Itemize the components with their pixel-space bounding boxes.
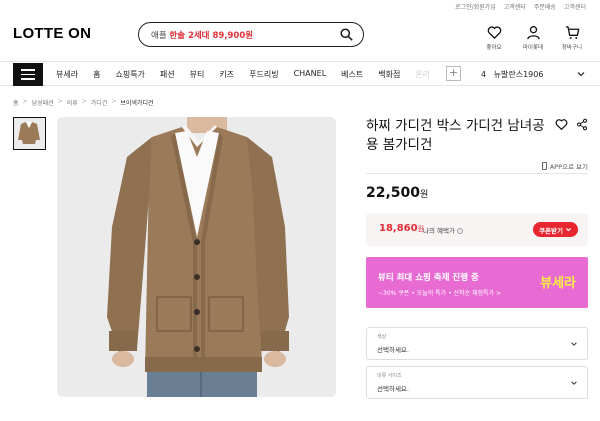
cart-button[interactable]: 장바구니 xyxy=(558,25,586,51)
breadcrumb-item[interactable]: 홈 xyxy=(13,98,19,107)
info-icon[interactable]: i xyxy=(456,228,463,234)
nav-item-home[interactable]: 홈 xyxy=(93,69,100,80)
breadcrumb: 홈 > 남성패션 > 의류 > 가디건 > 브이넥가디건 xyxy=(13,98,154,107)
price-unit: 원 xyxy=(420,190,429,200)
menu-button[interactable] xyxy=(13,63,43,86)
nav-item-best[interactable]: 베스트 xyxy=(341,69,363,80)
phone-icon xyxy=(541,162,547,170)
share-icon[interactable] xyxy=(576,118,588,131)
benefit-price-box: 18,860원 나의 혜택가 i 쿠폰받기 xyxy=(366,213,588,246)
nav-item-department[interactable]: 백화점 xyxy=(378,69,400,80)
search-bar[interactable]: 애플 한솔 2세대 89,900원 xyxy=(138,22,364,47)
product-main-image[interactable] xyxy=(57,117,336,397)
chevron-down-icon[interactable] xyxy=(576,69,586,79)
breadcrumb-current[interactable]: 브이넥가디건 xyxy=(120,98,153,107)
lotte-on-logo[interactable]: LOTTE ON xyxy=(13,25,91,42)
app-view-link[interactable]: APP으로 보기 xyxy=(541,161,588,171)
trending-text: 뉴발란스1906 xyxy=(493,70,544,79)
nav-item-beauty[interactable]: 뷰티 xyxy=(190,69,205,80)
customer-center-link[interactable]: 고객센터 xyxy=(504,2,526,11)
product-title: 하찌 가디건 박스 가디건 남녀공용 봄가디건 xyxy=(366,118,545,153)
nav-item-food[interactable]: 푸드리빙 xyxy=(249,69,278,80)
nav-item-kids[interactable]: 키즈 xyxy=(219,69,234,80)
nav-item-faded[interactable]: 온라 xyxy=(415,69,430,80)
order-link[interactable]: 주문배송 xyxy=(534,2,556,11)
nav-item-special[interactable]: 쇼핑특가 xyxy=(115,69,144,80)
cart-label: 장바구니 xyxy=(561,45,583,51)
benefit-label-text: 나의 혜택가 xyxy=(423,227,455,235)
price-value: 22,500 xyxy=(366,185,421,201)
trending-keyword[interactable]: 4 뉴발란스1906 xyxy=(481,69,543,80)
cart-icon xyxy=(565,26,579,39)
login-link[interactable]: 로그인/회원가입 xyxy=(455,2,496,11)
heart-icon[interactable] xyxy=(555,118,568,131)
coupon-button[interactable]: 쿠폰받기 xyxy=(533,222,578,237)
help-link[interactable]: 고객센터 xyxy=(564,2,586,11)
breadcrumb-item[interactable]: 의류 xyxy=(67,98,78,107)
hamburger-icon xyxy=(21,69,35,71)
wishlist-button[interactable]: 좋아요 xyxy=(480,25,508,51)
banner-title: 뷰티 최대 쇼핑 축제 진행 중 xyxy=(378,273,479,283)
trending-rank: 4 xyxy=(481,70,487,79)
chevron-down-icon xyxy=(571,342,577,346)
nav-plus-button[interactable]: + xyxy=(446,66,461,81)
user-icon xyxy=(526,26,540,40)
option-label: 의류 사이즈 xyxy=(377,373,402,379)
search-icon[interactable] xyxy=(340,28,353,41)
utility-links: 로그인/회원가입 고객센터 주문배송 고객센터 xyxy=(455,2,586,11)
benefit-price: 18,860원 xyxy=(379,223,424,234)
wishlist-label: 좋아요 xyxy=(486,45,502,51)
search-prefix: 애플 xyxy=(151,31,167,41)
category-nav: 뷰세라 홈 쇼핑특가 패션 뷰티 키즈 푸드리빙 CHANEL 베스트 백화점 … xyxy=(0,61,600,86)
header-icons: 좋아요 마이롯데 장바구니 xyxy=(480,25,586,51)
chevron-down-icon xyxy=(566,228,571,232)
benefit-label[interactable]: 나의 혜택가 i xyxy=(423,225,463,235)
product-thumbnail[interactable] xyxy=(13,117,46,150)
size-select[interactable]: 의류 사이즈 선택하세요. xyxy=(366,366,588,399)
benefit-price-value: 18,860 xyxy=(379,223,418,234)
mylotte-label: 마이롯데 xyxy=(522,45,544,51)
heart-icon xyxy=(487,26,501,40)
search-input[interactable]: 애플 한솔 2세대 89,900원 xyxy=(151,29,253,41)
nav-item-beautyra[interactable]: 뷰세라 xyxy=(56,69,78,80)
banner-subtitle: ~30% 쿠폰 • 오늘의 특가 • 선착순 체험특가 > xyxy=(378,290,502,297)
chevron-down-icon xyxy=(571,381,577,385)
nav-item-fashion[interactable]: 패션 xyxy=(160,69,175,80)
divider xyxy=(366,173,588,174)
breadcrumb-item[interactable]: 남성패션 xyxy=(32,98,54,107)
beautyra-logo: 뷰세라 xyxy=(540,276,576,291)
coupon-label: 쿠폰받기 xyxy=(539,226,563,235)
nav-items: 뷰세라 홈 쇼핑특가 패션 뷰티 키즈 푸드리빙 CHANEL 베스트 백화점 … xyxy=(56,69,445,80)
app-view-label: APP으로 보기 xyxy=(549,163,588,171)
option-label: 색상 xyxy=(377,334,387,340)
option-value: 선택하세요. xyxy=(377,385,409,393)
product-price: 22,500원 xyxy=(366,185,428,201)
breadcrumb-item[interactable]: 가디건 xyxy=(91,98,108,107)
promo-banner[interactable]: 뷰티 최대 쇼핑 축제 진행 중 ~30% 쿠폰 • 오늘의 특가 • 선착순 … xyxy=(366,257,588,308)
nav-item-chanel[interactable]: CHANEL xyxy=(294,69,327,80)
search-highlight: 한솔 2세대 89,900원 xyxy=(169,31,254,41)
color-select[interactable]: 색상 선택하세요. xyxy=(366,327,588,360)
mylotte-button[interactable]: 마이롯데 xyxy=(519,25,547,51)
option-value: 선택하세요. xyxy=(377,346,409,354)
